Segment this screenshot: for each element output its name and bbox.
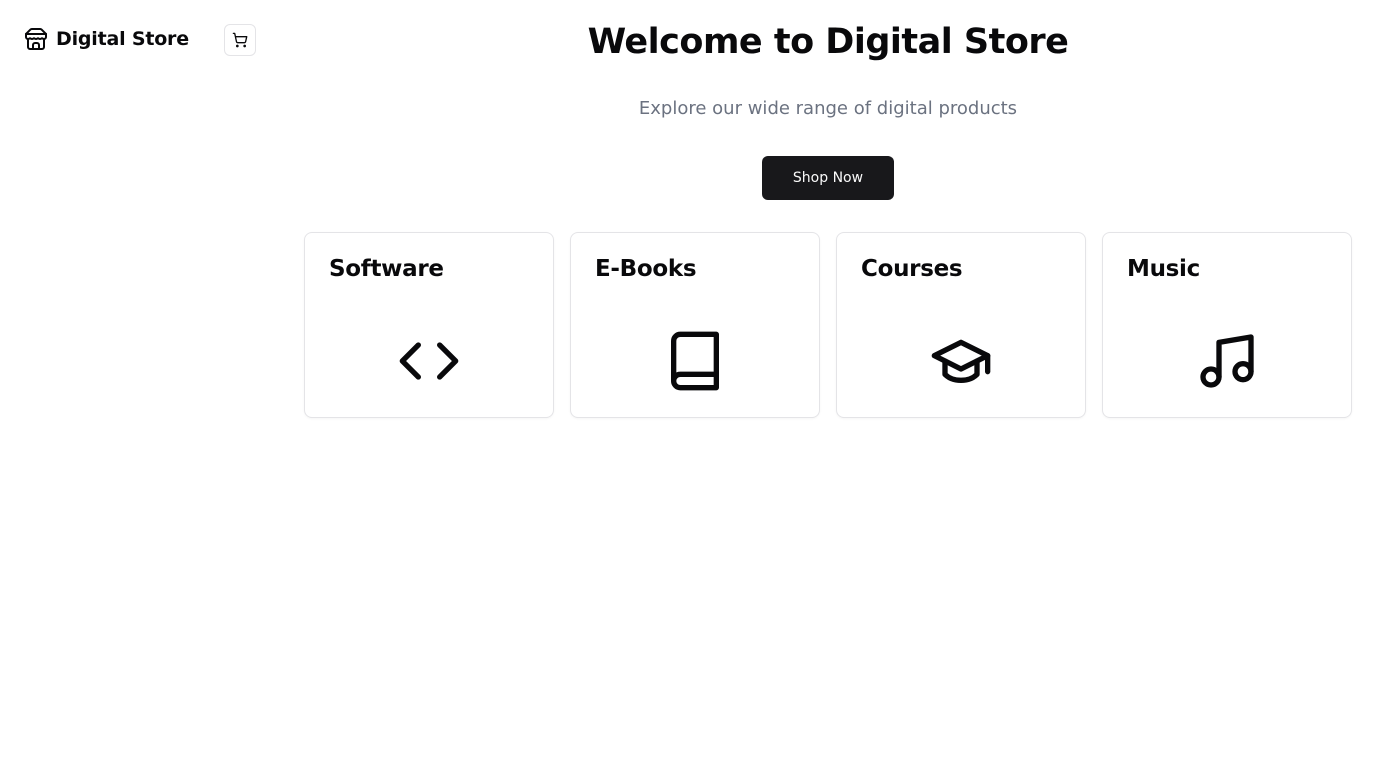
category-grid: Software E-Books Courses Music: [304, 232, 1352, 418]
hero-title: Welcome to Digital Store: [587, 22, 1069, 62]
category-card-courses[interactable]: Courses: [836, 232, 1086, 418]
app-root: Digital Store Welcome to Digital Store E…: [0, 0, 1376, 768]
brand-link[interactable]: Digital Store: [24, 27, 189, 51]
music-icon: [1195, 329, 1259, 393]
graduation-cap-icon: [929, 329, 993, 393]
book-icon: [663, 329, 727, 393]
store-icon: [24, 27, 48, 51]
category-card-ebooks[interactable]: E-Books: [570, 232, 820, 418]
hero-subtitle: Explore our wide range of digital produc…: [638, 98, 1018, 119]
sidebar: Digital Store: [0, 0, 280, 768]
category-title: E-Books: [595, 256, 697, 282]
category-card-music[interactable]: Music: [1102, 232, 1352, 418]
category-card-software[interactable]: Software: [304, 232, 554, 418]
category-title: Courses: [861, 256, 963, 282]
code-icon: [397, 329, 461, 393]
category-title: Music: [1127, 256, 1200, 282]
cart-button[interactable]: [224, 24, 256, 56]
brand-name: Digital Store: [56, 28, 189, 50]
shopping-cart-icon: [232, 32, 248, 48]
main-content: Welcome to Digital Store Explore our wid…: [280, 0, 1376, 768]
category-title: Software: [329, 256, 444, 282]
shop-now-button[interactable]: Shop Now: [762, 156, 894, 200]
